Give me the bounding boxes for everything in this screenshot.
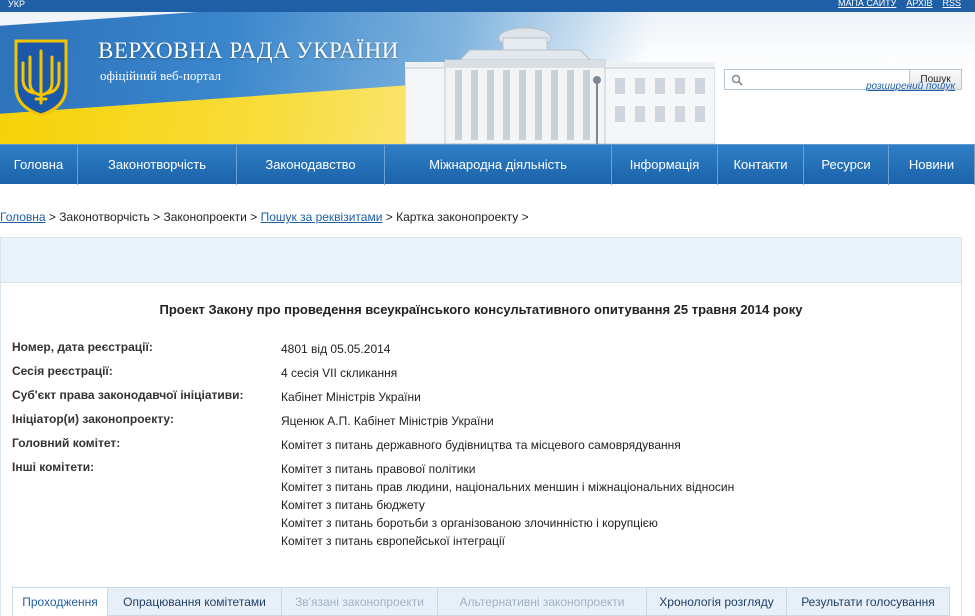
nav-item-contacts[interactable]: Контакти xyxy=(718,145,804,185)
field-value-line: Яценюк А.П. Кабінет Міністрів України xyxy=(281,414,494,428)
bill-tabs: Проходження Опрацювання комітетами Зв'язан… xyxy=(12,587,950,616)
site-subtitle: офіційний веб-портал xyxy=(100,68,221,83)
top-bar: УКР МАПА САЙТУ АРХІВ RSS xyxy=(0,0,975,12)
site-header: ВЕРХОВНА РАДА УКРАЇНИ офіційний веб-порт… xyxy=(0,12,975,144)
card-header-bar xyxy=(0,237,962,283)
field-value: Комітет з питань державного будівництва … xyxy=(281,436,681,454)
tab-alternative: Альтернативні законопроекти xyxy=(437,587,646,616)
breadcrumb-separator: > xyxy=(518,210,529,224)
field-label: Номер, дата реєстрації: xyxy=(12,340,153,354)
tab-chronology[interactable]: Хронологія розгляду xyxy=(646,587,786,616)
nav-item-information[interactable]: Інформація xyxy=(612,145,718,185)
breadcrumb-item: Картка законопроекту xyxy=(396,210,519,224)
nav-item-resources[interactable]: Ресурси xyxy=(804,145,889,185)
language-switch[interactable]: УКР xyxy=(8,0,25,9)
field-value-line: Кабінет Міністрів України xyxy=(281,390,421,404)
nav-item-lawmaking[interactable]: Законотворчість xyxy=(78,145,237,185)
breadcrumb-item: Законотворчість xyxy=(59,210,150,224)
field-label: Ініціатор(и) законопроекту: xyxy=(12,412,174,426)
breadcrumb-separator: > xyxy=(149,210,164,224)
parliament-building-icon xyxy=(405,27,715,144)
field-value-line: Комітет з питань боротьби з організовано… xyxy=(281,516,658,530)
site-title[interactable]: ВЕРХОВНА РАДА УКРАЇНИ xyxy=(98,38,399,64)
nav-item-home[interactable]: Головна xyxy=(0,145,78,185)
archive-link[interactable]: АРХІВ xyxy=(906,0,932,8)
field-value-line: 4801 від 05.05.2014 xyxy=(281,342,391,356)
breadcrumb-separator: > xyxy=(246,210,261,224)
tab-voting[interactable]: Результати голосування xyxy=(786,587,950,616)
field-value-line: 4 сесія VII скликання xyxy=(281,366,398,380)
advanced-search-link[interactable]: розширений пошук xyxy=(866,81,955,92)
sitemap-link[interactable]: МАПА САЙТУ xyxy=(838,0,896,8)
breadcrumb-item[interactable]: Пошук за реквізитами xyxy=(261,210,383,224)
rss-link[interactable]: RSS xyxy=(942,0,961,8)
field-value-line: Комітет з питань бюджету xyxy=(281,498,425,512)
breadcrumb: Головна > Законотворчість > Законопроект… xyxy=(0,210,529,224)
field-value: Комітет з питань правової політики Коміте… xyxy=(281,460,734,550)
bill-title: Проект Закону про проведення всеукраїнсь… xyxy=(159,302,803,317)
tab-passage[interactable]: Проходження xyxy=(12,587,107,616)
tab-committees[interactable]: Опрацювання комітетами xyxy=(107,587,281,616)
tab-related: Зв'язані законопроекти xyxy=(281,587,437,616)
field-value-line: Комітет з питань правової політики xyxy=(281,462,476,476)
breadcrumb-item[interactable]: Головна xyxy=(0,210,46,224)
breadcrumb-separator: > xyxy=(45,210,60,224)
field-value-line: Комітет з питань державного будівництва … xyxy=(281,438,681,452)
nav-item-news[interactable]: Новини xyxy=(889,145,975,185)
field-label: Головний комітет: xyxy=(12,436,121,450)
field-value-line: Комітет з питань європейської інтеграції xyxy=(281,534,505,548)
nav-item-legislation[interactable]: Законодавство xyxy=(237,145,385,185)
trident-emblem-icon[interactable] xyxy=(12,37,70,117)
field-label: Інші комітети: xyxy=(12,460,95,474)
breadcrumb-separator: > xyxy=(382,210,397,224)
field-value: Кабінет Міністрів України xyxy=(281,388,421,406)
main-navigation: Головна Законотворчість Законодавство Міжна… xyxy=(0,144,975,185)
search-icon xyxy=(731,74,743,86)
field-value: 4801 від 05.05.2014 xyxy=(281,340,390,358)
top-links: МАПА САЙТУ АРХІВ RSS xyxy=(838,0,961,8)
field-value-line: Комітет з питань прав людини, національн… xyxy=(281,480,735,494)
field-label: Суб'єкт права законодавчої ініціативи: xyxy=(12,388,244,402)
breadcrumb-item: Законопроекти xyxy=(163,210,247,224)
field-value: 4 сесія VII скликання xyxy=(281,364,397,382)
nav-item-international[interactable]: Міжнародна діяльність xyxy=(385,145,612,185)
field-label: Сесія реєстрації: xyxy=(12,364,113,378)
field-value: Яценюк А.П. Кабінет Міністрів України xyxy=(281,412,494,430)
